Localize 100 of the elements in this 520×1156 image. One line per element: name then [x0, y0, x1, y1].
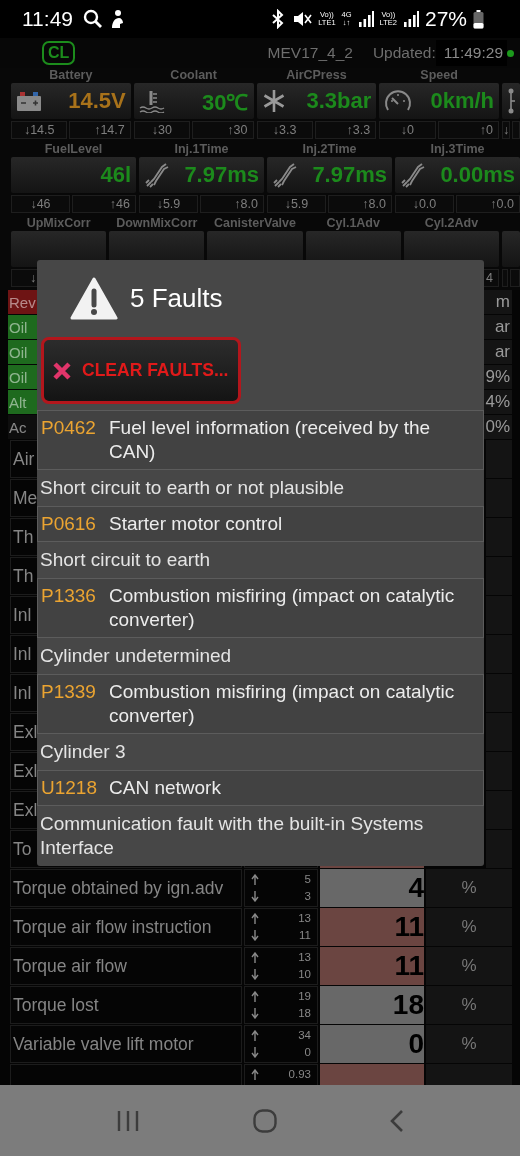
unit-cell: % — [426, 986, 512, 1024]
max-value: 34 — [298, 1028, 311, 1043]
range-cell: ↓30 — [133, 121, 191, 139]
min-value: 11 — [299, 928, 311, 943]
speedometer-icon — [384, 89, 413, 113]
gauge-value: 0km/h — [430, 88, 494, 114]
snowflake-icon — [261, 89, 286, 113]
fault-row[interactable]: P1336 Combustion misfiring (impact on catalytic converter) — [37, 578, 484, 638]
fault-row[interactable]: P1339 Combustion misfiring (impact on catalytic converter) — [37, 674, 484, 734]
arrow-down-icon — [251, 930, 259, 941]
fault-code: P1339 — [41, 680, 97, 704]
thermometer-icon — [138, 89, 167, 113]
gauge-label: CanisterValve — [214, 216, 296, 230]
battery-icon — [16, 90, 42, 112]
gauge-panel — [502, 231, 520, 267]
parameter-name: Torque lost — [10, 986, 242, 1024]
unit-cell: % — [426, 1025, 512, 1063]
gauge-value: 46l — [100, 162, 131, 188]
slider-icon — [507, 88, 515, 114]
arrow-up-icon — [251, 952, 259, 963]
min-value: 0 — [304, 1045, 311, 1060]
parameter-name: Torque obtained by ign.adv — [10, 869, 242, 907]
gauge-label: DownMixCorr — [116, 216, 198, 230]
gauge-label: Cyl.1Adv — [326, 216, 380, 230]
value-cell: 4 — [320, 869, 424, 907]
max-value: 13 — [298, 911, 311, 926]
home-icon[interactable] — [253, 1108, 277, 1133]
battery-percent: 27% — [424, 7, 467, 31]
mute-icon — [292, 9, 313, 29]
arrow-up-icon — [251, 1069, 259, 1080]
max-value: 19 — [298, 989, 311, 1004]
range-cell: ↓5.9 — [267, 195, 326, 213]
range-cell: ↑8.0 — [328, 195, 392, 213]
arrow-down-icon — [251, 1008, 259, 1019]
arrow-up-icon — [251, 874, 259, 885]
injector-icon — [400, 162, 426, 188]
injector-icon — [144, 162, 170, 188]
unit-cell: % — [426, 947, 512, 985]
gauge-label: Coolant — [170, 68, 217, 82]
logo-badge[interactable]: CL — [42, 41, 76, 65]
range-cell: ↓5.9 — [139, 195, 198, 213]
value-cell: 11 — [320, 908, 424, 946]
recents-icon[interactable] — [116, 1109, 141, 1132]
arrow-down-icon — [251, 969, 259, 980]
signal-icon — [357, 10, 374, 28]
search-icon — [83, 9, 103, 29]
range-cell: ↓0 — [379, 121, 436, 139]
gauge-label: Inj.2Time — [302, 142, 357, 156]
fault-row[interactable]: P0616 Starter motor control — [37, 506, 484, 542]
min-value: 3 — [304, 889, 311, 904]
range-cell: ↓14.5 — [11, 121, 68, 139]
ecu-name: MEV17_4_2 — [267, 44, 353, 62]
arrow-up-icon — [251, 913, 259, 924]
min-value: 18 — [298, 1006, 311, 1021]
max-value: 13 — [298, 950, 311, 965]
range-cell: ↑46 — [72, 195, 136, 213]
back-icon[interactable] — [389, 1108, 404, 1133]
updated-label: Updated: — [372, 44, 436, 62]
arrow-up-icon — [251, 991, 259, 1002]
gauge-label: Inj.3Time — [430, 142, 485, 156]
gauge-value: 7.97ms — [312, 162, 387, 188]
gauge-value: 30℃ — [202, 89, 249, 116]
gauge-label: FuelLevel — [44, 142, 103, 156]
fault-row[interactable]: P0462 Fuel level information (received by the CAN) — [37, 410, 484, 470]
arrow-up-icon — [251, 1030, 259, 1041]
signal-icon — [402, 10, 419, 28]
range-cell: ↑0.0 — [456, 195, 520, 213]
parameter-name: Torque air flow — [10, 947, 242, 985]
range-cell: ↓46 — [11, 195, 70, 213]
value-cell: 11 — [320, 947, 424, 985]
value-cell: 0 — [320, 1025, 424, 1063]
fault-code: P0462 — [41, 416, 97, 440]
fault-detail: Cylinder undetermined — [39, 644, 233, 668]
battery-icon — [473, 9, 484, 29]
gauge-value: 3.3bar — [306, 88, 372, 114]
fault-row[interactable]: U1218 CAN network — [37, 770, 484, 806]
gauge-label: Battery — [49, 68, 93, 82]
range-cell: ↑14.7 — [69, 121, 131, 139]
parameter-name: Variable valve lift motor — [10, 1025, 242, 1063]
updated-time: 11:49:29 — [435, 40, 507, 66]
value-cell: 18 — [320, 986, 424, 1024]
range-cell: ↑30 — [192, 121, 254, 139]
arrow-down-icon — [251, 891, 259, 902]
gauge-label: AirCPress — [286, 68, 347, 82]
range-cell: ↓ — [502, 121, 511, 139]
range-cell: ↓3.3 — [256, 121, 313, 139]
gauge-value: 7.97ms — [184, 162, 259, 188]
arrow-down-icon — [251, 1047, 259, 1058]
gauge-value: 0.00ms — [440, 162, 515, 188]
clock-time: 11:49 — [22, 7, 73, 31]
warning-icon — [70, 276, 118, 321]
close-icon — [52, 360, 72, 381]
gauge-label: Speed — [420, 68, 458, 82]
max-value: 0.93 — [288, 1067, 311, 1082]
range-cell: ↑8.0 — [200, 195, 264, 213]
gauge-label: Cyl.2Adv — [424, 216, 479, 230]
figure-icon — [109, 9, 125, 29]
max-value: 5 — [304, 872, 311, 887]
range-cell: ↑0 — [437, 121, 499, 139]
parameter-name: Torque air flow instruction — [10, 908, 242, 946]
